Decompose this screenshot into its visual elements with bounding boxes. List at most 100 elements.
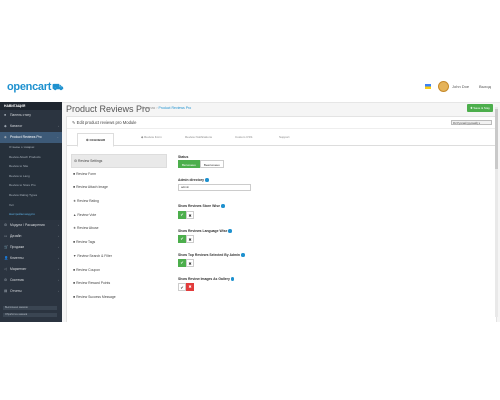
sidebar-item-label: Клиенты	[10, 255, 24, 260]
breadcrumb-home[interactable]: Главная	[142, 106, 155, 110]
sidebar-item-design[interactable]: ▭ Дизайн ›	[0, 231, 62, 242]
nav-review-settings[interactable]: ⚙Review Settings	[71, 154, 167, 168]
nav-review-search-filter[interactable]: ▼Review Search & Filter	[71, 250, 167, 264]
nav-review-vote[interactable]: ▲Review Vote	[71, 209, 167, 223]
thumbs-up-icon: ▲	[73, 212, 77, 217]
chevron-right-icon: ›	[58, 277, 59, 282]
status-disabled-button[interactable]: Выключено	[199, 160, 224, 168]
lang-wise-label: Show Reviews Language Wise	[178, 229, 232, 233]
tab-general[interactable]: ⚙ ОСНОВНЯ	[77, 133, 115, 147]
coupon-icon: ■	[73, 267, 76, 272]
images-gallery-yes-button[interactable]: ✔	[178, 283, 186, 291]
sidebar-subitem[interactable]: Review Attach Products	[0, 152, 62, 163]
help-icon[interactable]	[230, 277, 235, 281]
logout-link[interactable]: Выход	[479, 84, 491, 89]
store-wise-label: Show Reviews Store Wise	[178, 204, 225, 208]
top-reviews-no-button[interactable]: ✖	[186, 259, 194, 267]
sidebar-subitem[interactable]: Review to Lang	[0, 171, 62, 182]
sidebar-item-marketing[interactable]: ◁ Маркетинг ›	[0, 264, 62, 275]
nav-review-abuse[interactable]: ★Review Abuse	[71, 222, 167, 236]
tab-notifications[interactable]: Review Notifications	[185, 135, 212, 139]
chevron-right-icon: ›	[58, 255, 59, 260]
store-wise-text: Show Reviews Store Wise	[178, 204, 220, 208]
nav-label: Review Search & Filter	[77, 253, 112, 258]
nav-label: Review Abuse	[77, 226, 99, 231]
chevron-right-icon: ›	[58, 233, 59, 238]
nav-review-rating[interactable]: ★Review Rating	[71, 195, 167, 209]
orders-completed-stat: Выполнено заказов	[3, 306, 57, 310]
chevron-down-icon: ⌄	[56, 135, 59, 139]
sidebar-subitem-active[interactable]: Настройки модуля	[0, 210, 62, 220]
scrollbar[interactable]	[495, 107, 498, 317]
nav-review-reward-points[interactable]: ■Review Reward Points	[71, 277, 167, 291]
sidebar-item-label: Product Reviews Pro	[10, 135, 42, 139]
store-wise-no-button[interactable]: ✖	[186, 211, 194, 219]
nav-label: Review Coupon	[76, 267, 100, 272]
nav-label: Review Rating	[77, 199, 99, 204]
lang-wise-yes-button[interactable]: ✔	[178, 235, 186, 243]
opencart-logo[interactable]: opencart⛟	[7, 81, 63, 94]
admin-directory-input[interactable]: admin	[178, 184, 251, 191]
sidebar-item-catalog[interactable]: ◆ Каталог ›	[0, 121, 62, 132]
flag-icon: ★	[73, 226, 77, 231]
status-label: Status	[178, 155, 189, 159]
chevron-right-icon: ›	[58, 124, 59, 128]
lang-wise-no-button[interactable]: ✖	[186, 235, 194, 243]
sidebar-subitem[interactable]: Review Rating Types	[0, 190, 62, 201]
help-icon[interactable]	[205, 178, 209, 182]
message-icon: ■	[73, 294, 76, 299]
user-name[interactable]: John Doe	[452, 84, 469, 89]
nav-review-attach-image[interactable]: ■Review Attach Image	[71, 181, 167, 195]
top-header: opencart⛟ John Doe Выход	[0, 72, 500, 103]
top-reviews-toggle: ✔ ✖	[178, 259, 194, 267]
star-icon: ★	[73, 199, 77, 204]
save-and-stay-button[interactable]: ✚ Save & Stay	[467, 104, 493, 112]
chevron-right-icon: ›	[58, 244, 59, 249]
scrollbar-thumb[interactable]	[495, 109, 498, 169]
tab-review-form[interactable]: ◆ Review Form	[141, 135, 162, 139]
help-icon[interactable]	[241, 253, 245, 257]
language-select[interactable]: RU Русский (русский) ▾	[451, 120, 492, 125]
avatar[interactable]	[438, 81, 449, 92]
store-wise-toggle: ✔ ✖	[178, 211, 194, 219]
top-reviews-yes-button[interactable]: ✔	[178, 259, 186, 267]
sidebar-subitem[interactable]: Review to Site	[0, 162, 62, 172]
tab-bar: ⚙ ОСНОВНЯ ◆ Review Form Review Notificat…	[67, 133, 496, 147]
nav-review-tags[interactable]: ■Review Tags	[71, 236, 167, 250]
language-flag-icon[interactable]	[425, 84, 431, 89]
settings-nav: ⚙Review Settings ■Review Form ■Review At…	[71, 154, 167, 305]
logo-text: opencart	[7, 81, 52, 93]
sidebar-subitem[interactable]: Review to Store Pro	[0, 181, 62, 191]
chart-icon: ▤	[4, 288, 8, 293]
sidebar-item-reports[interactable]: ▤ Отчеты ›	[0, 286, 62, 297]
help-icon[interactable]	[228, 229, 232, 233]
nav-review-coupon[interactable]: ■Review Coupon	[71, 264, 167, 278]
sidebar-item-modules[interactable]: ⚙ Модули / Расширения ›	[0, 220, 62, 231]
sidebar-item-system[interactable]: ⚙ Система ›	[0, 275, 62, 286]
images-gallery-no-button[interactable]: ✖	[186, 283, 194, 291]
nav-review-success-message[interactable]: ■Review Success Message	[71, 291, 167, 305]
sidebar-item-label: Отчеты	[10, 288, 22, 293]
admin-directory-label: Admin directory	[178, 178, 209, 182]
images-gallery-toggle: ✔ ✖	[178, 283, 194, 291]
sidebar-item-dashboard[interactable]: ■ Панель стату	[0, 110, 62, 121]
top-reviews-label: Show Top Reviews Selected By Admin	[178, 253, 245, 257]
status-enabled-button[interactable]: Включено	[178, 160, 200, 168]
sidebar-item-customers[interactable]: 👤 Клиенты ›	[0, 253, 62, 264]
sidebar-item-label: Продажи	[10, 244, 25, 249]
cart-icon: 🛒	[4, 244, 9, 249]
nav-review-form[interactable]: ■Review Form	[71, 168, 167, 182]
sidebar-item-product-reviews-pro[interactable]: ◆ Product Reviews Pro ⌄	[0, 132, 62, 143]
sidebar-item-label: Дизайн	[10, 233, 22, 238]
sidebar-subitem[interactable]: Отзывы о товарах	[0, 143, 62, 153]
store-wise-yes-button[interactable]: ✔	[178, 211, 186, 219]
tab-support[interactable]: Support	[279, 135, 290, 139]
sidebar-subitem[interactable]: Хит	[0, 200, 62, 211]
help-icon[interactable]	[221, 204, 225, 208]
sidebar-item-sales[interactable]: 🛒 Продажи ›	[0, 242, 62, 253]
sidebar: НАВИГАЦИЯ ■ Панель стату ◆ Каталог › ◆ Produ…	[0, 102, 62, 322]
tab-custom-css[interactable]: Custom CSS	[235, 135, 252, 139]
breadcrumb-current[interactable]: Product Reviews Pro	[158, 106, 191, 110]
puzzle-icon: ⚙	[4, 222, 8, 227]
nav-label: Review Reward Points	[76, 281, 111, 286]
